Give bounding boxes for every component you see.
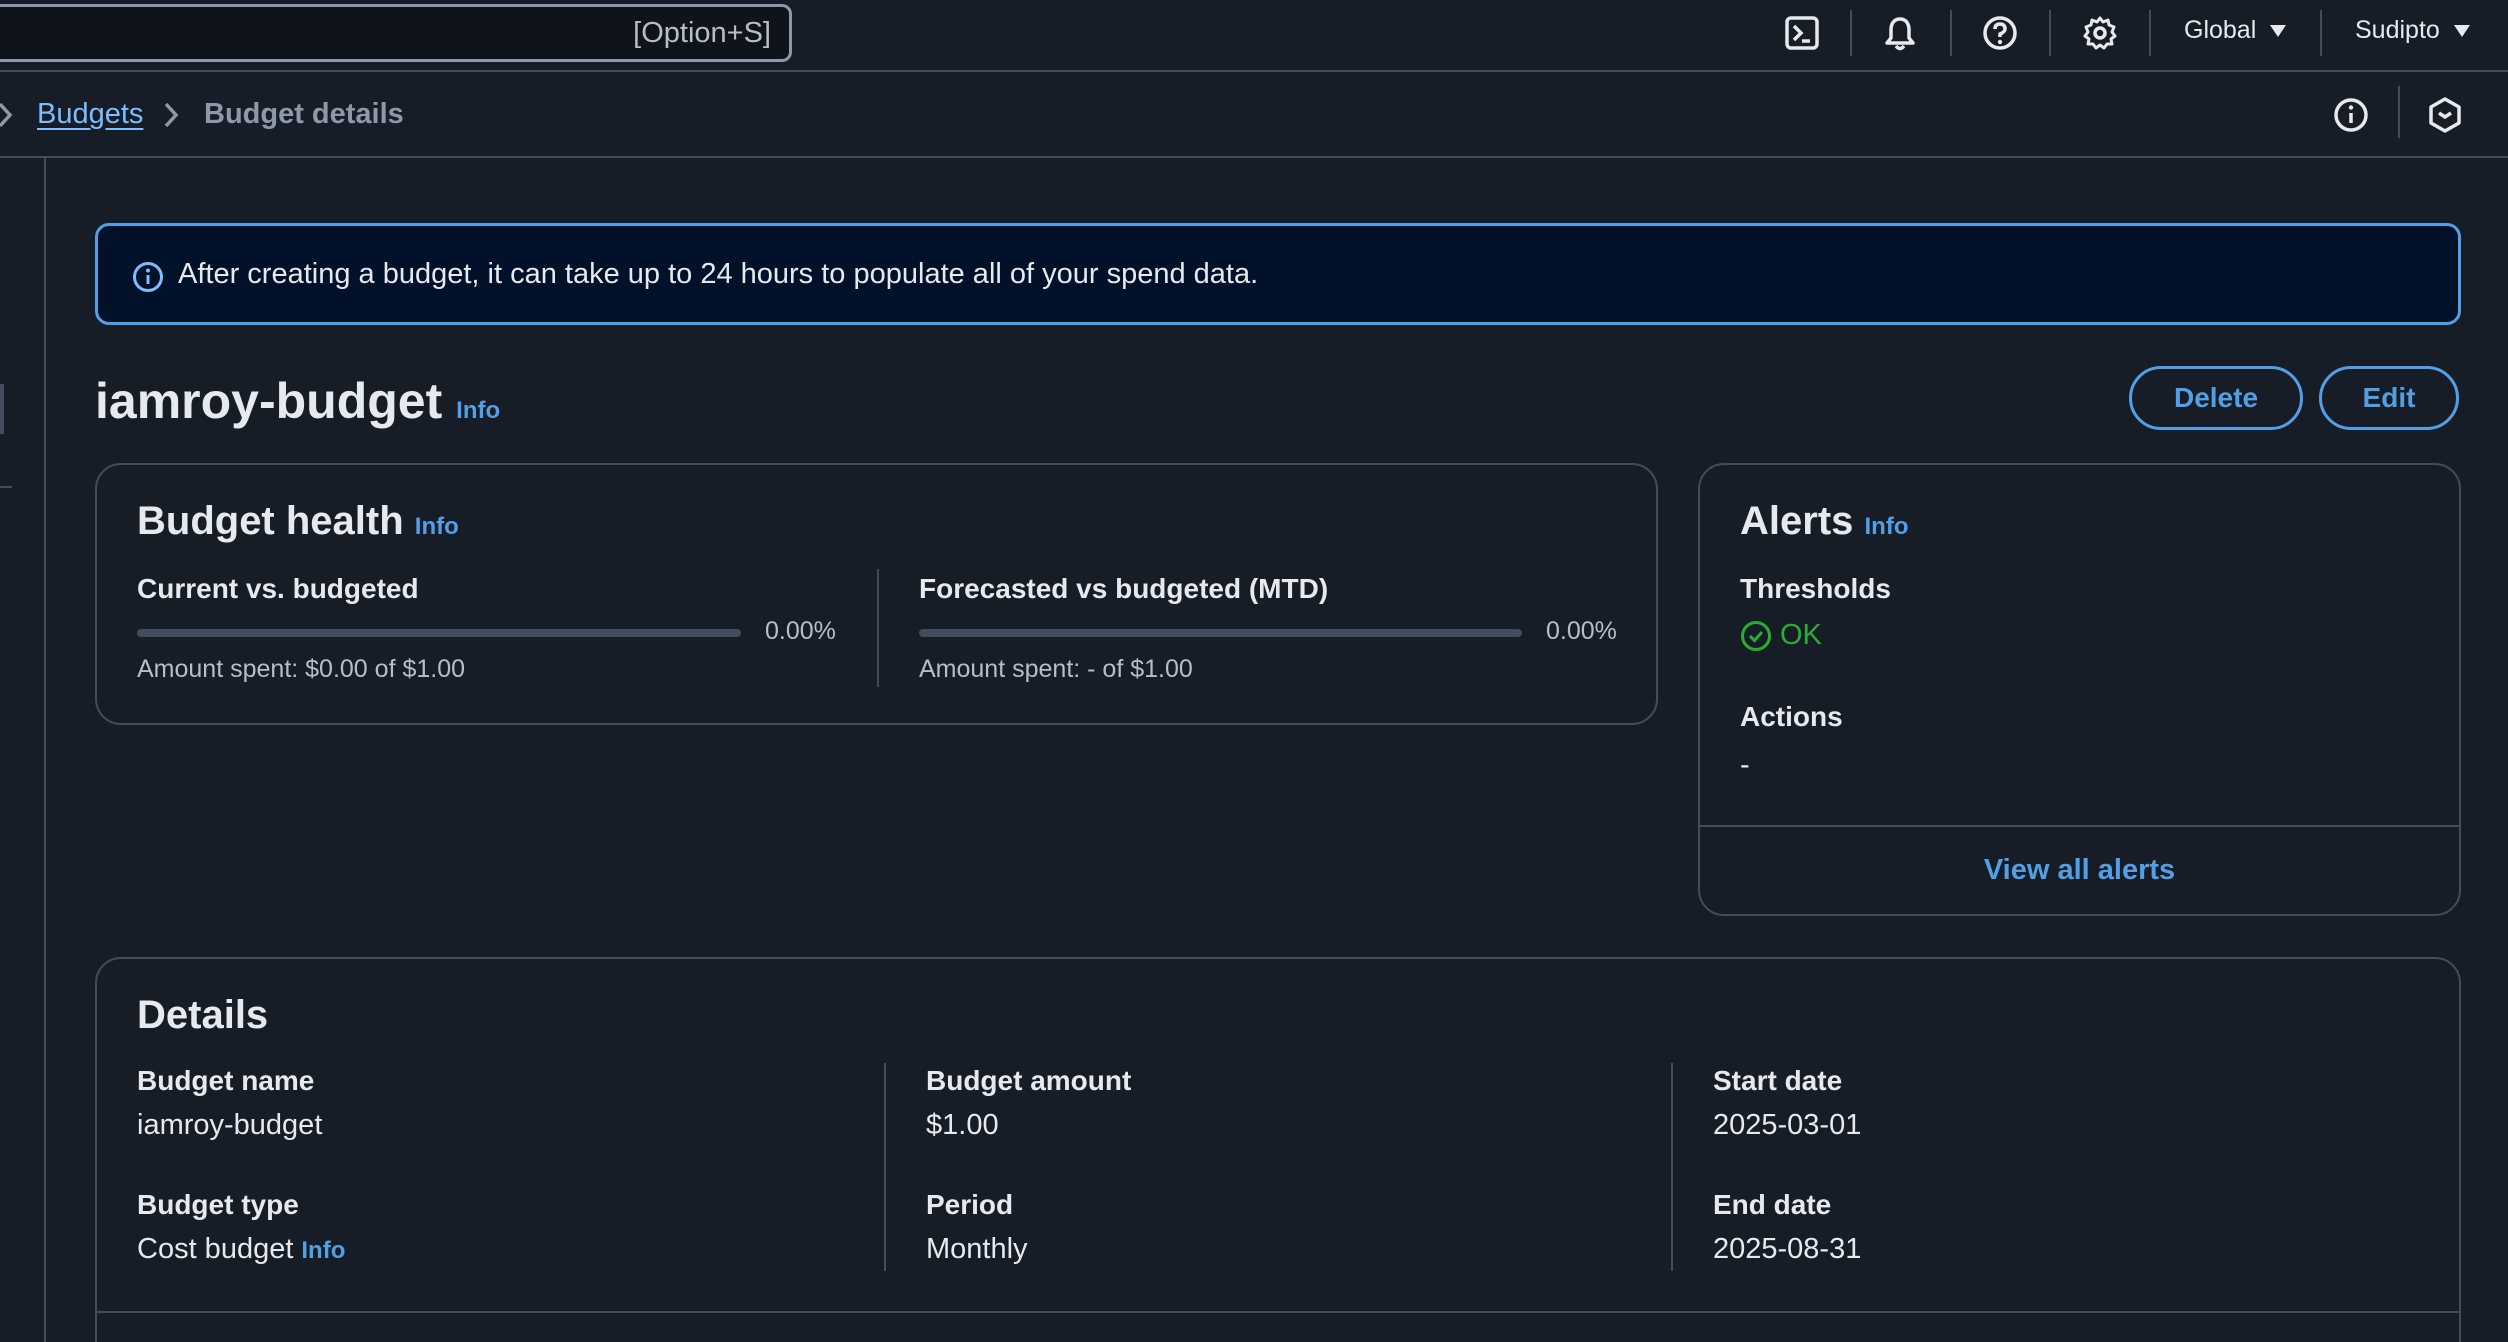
nav-separator	[2149, 10, 2151, 56]
start-date-label: Start date	[1713, 1065, 1843, 1096]
budget-type-row: Cost budget Info	[137, 1233, 345, 1266]
budget-amount-value: $1.00	[926, 1109, 999, 1141]
edit-button[interactable]: Edit	[2319, 366, 2459, 430]
alerts-info-link[interactable]: Info	[1865, 513, 1909, 540]
breadcrumb-budgets-link[interactable]: Budgets	[37, 98, 143, 131]
search-shortcut-hint: [Option+S]	[633, 17, 771, 49]
status-ok-text: OK	[1780, 619, 1822, 651]
alerts-footer: View all alerts	[1700, 827, 2459, 914]
thresholds-label: Thresholds	[1740, 573, 1891, 604]
column-divider	[877, 569, 879, 687]
alerts-title: Alerts Info	[1740, 499, 1909, 544]
budget-type-info-link[interactable]: Info	[301, 1237, 345, 1265]
help-icon[interactable]	[1979, 12, 2021, 54]
settings-gear-icon[interactable]	[2079, 12, 2121, 54]
current-percent: 0.00%	[765, 617, 836, 645]
period-value: Monthly	[926, 1233, 1028, 1265]
budget-health-heading: Budget health	[137, 499, 404, 543]
page-title: iamroy-budget Info	[95, 372, 500, 430]
side-navigation-divider	[44, 158, 46, 1342]
actions-value: -	[1740, 749, 1750, 781]
top-navigation: [Option+S] Global Sudipto	[0, 0, 2508, 72]
info-flash-banner: After creating a budget, it can take up …	[95, 223, 2461, 325]
nav-separator	[2320, 10, 2322, 56]
status-ok-icon	[1740, 620, 1772, 652]
budget-health-title: Budget health Info	[137, 499, 459, 544]
budget-amount-label: Budget amount	[926, 1065, 1132, 1096]
alerts-heading: Alerts	[1740, 499, 1854, 543]
chevron-right-icon	[0, 100, 16, 130]
side-divider-mark	[0, 486, 12, 488]
nav-separator	[1950, 10, 1952, 56]
forecasted-vs-budgeted-label: Forecasted vs budgeted (MTD)	[919, 573, 1329, 604]
nav-separator	[2049, 10, 2051, 56]
budget-name-label: Budget name	[137, 1065, 315, 1096]
period-label: Period	[926, 1189, 1014, 1220]
column-divider	[884, 1063, 886, 1271]
account-name: Sudipto	[2355, 16, 2440, 44]
caret-down-icon	[2453, 24, 2470, 37]
breadcrumb-bar: Budgets Budget details	[0, 72, 2508, 158]
column-divider	[1671, 1063, 1673, 1271]
alerts-container: Alerts Info Thresholds OK Actions - View…	[1698, 463, 2461, 916]
nav-separator	[1850, 10, 1852, 56]
forecasted-progress-bar	[919, 629, 1522, 637]
budget-type-label: Budget type	[137, 1189, 299, 1220]
forecasted-amount-spent: Amount spent: - of $1.00	[919, 655, 1193, 683]
info-panel-icon[interactable]	[2332, 96, 2370, 134]
budget-type-value: Cost budget	[137, 1233, 294, 1265]
current-vs-budgeted-label: Current vs. budgeted	[137, 573, 419, 604]
thresholds-status: OK	[1740, 619, 1822, 652]
current-progress-bar	[137, 629, 741, 637]
view-all-alerts-link[interactable]: View all alerts	[1984, 854, 2175, 887]
current-amount-spent: Amount spent: $0.00 of $1.00	[137, 655, 466, 683]
details-footer-divider	[97, 1311, 2459, 1313]
region-selector[interactable]: Global	[2184, 16, 2287, 45]
search-input[interactable]: [Option+S]	[0, 4, 792, 62]
end-date-label: End date	[1713, 1189, 1832, 1220]
start-date-value: 2025-03-01	[1713, 1109, 1862, 1141]
side-navigation-toggle[interactable]	[0, 384, 4, 434]
breadcrumb-current: Budget details	[204, 98, 404, 130]
forecasted-percent: 0.00%	[1546, 617, 1617, 645]
budget-health-info-link[interactable]: Info	[415, 513, 459, 540]
notifications-bell-icon[interactable]	[1879, 12, 1921, 54]
cloudshell-icon[interactable]	[1781, 12, 1823, 54]
account-menu[interactable]: Sudipto	[2355, 16, 2470, 45]
breadcrumb-separator	[2398, 86, 2400, 138]
budget-name-value: iamroy-budget	[137, 1109, 323, 1141]
details-container: Details Budget name iamroy-budget Budget…	[95, 957, 2461, 1342]
budget-health-container: Budget health Info Current vs. budgeted …	[95, 463, 1658, 725]
caret-down-icon	[2270, 24, 2287, 37]
delete-button[interactable]: Delete	[2129, 366, 2303, 430]
region-label: Global	[2184, 16, 2257, 44]
actions-label: Actions	[1740, 701, 1843, 732]
end-date-value: 2025-08-31	[1713, 1233, 1862, 1265]
amazon-q-icon[interactable]	[2426, 96, 2464, 134]
chevron-right-icon	[162, 100, 182, 130]
budget-title: iamroy-budget	[95, 373, 443, 429]
flash-message: After creating a budget, it can take up …	[178, 258, 1259, 290]
details-title: Details	[137, 993, 269, 1037]
info-circle-icon	[131, 260, 165, 294]
title-info-link[interactable]: Info	[456, 397, 500, 424]
